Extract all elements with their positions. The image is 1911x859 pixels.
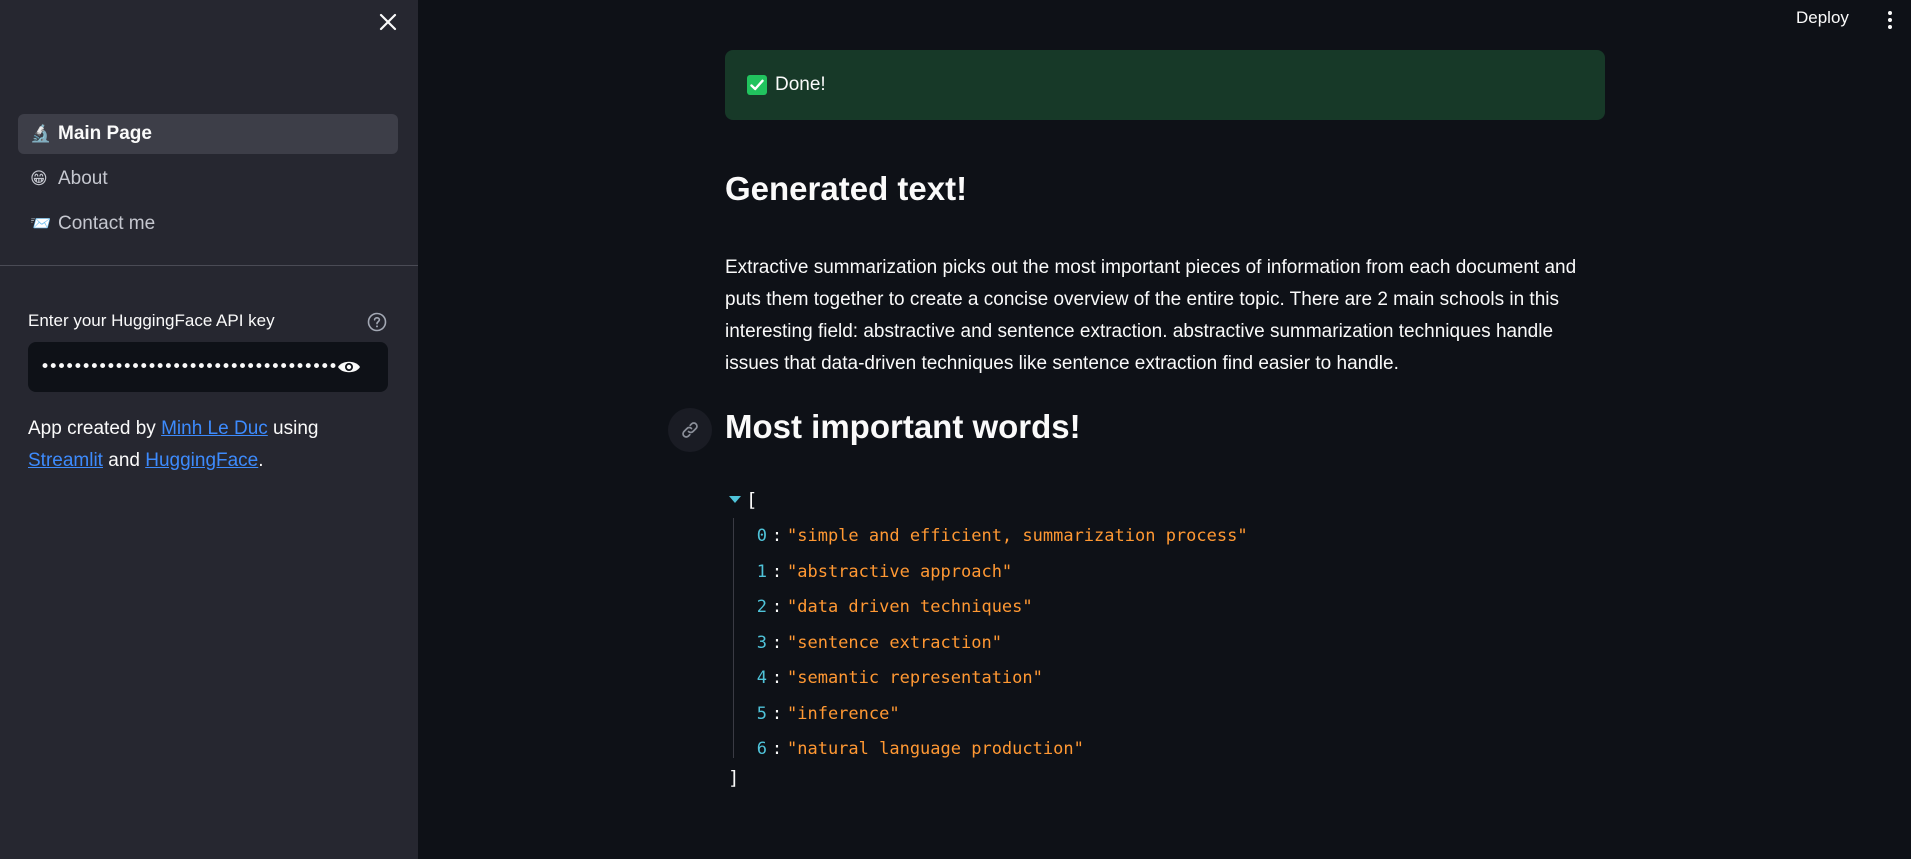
help-tooltip-button[interactable] (367, 312, 387, 332)
json-colon: : (771, 668, 783, 688)
credits-prefix: App created by (28, 418, 156, 439)
credits-mid: using (273, 418, 319, 439)
success-alert: Done! (725, 50, 1605, 120)
sidebar-item-main-page[interactable]: 🔬 Main Page (18, 114, 398, 154)
json-index: 4 (756, 668, 767, 688)
heading-anchor-button[interactable] (668, 408, 712, 452)
huggingface-link[interactable]: HuggingFace (145, 450, 258, 471)
eye-icon (338, 361, 360, 373)
close-sidebar-button[interactable] (376, 10, 400, 34)
sidebar-item-label: Main Page (58, 123, 152, 144)
main-menu-button[interactable] (1882, 9, 1898, 31)
json-close-bracket: ] (728, 767, 740, 789)
json-value: "simple and efficient, summarization pro… (787, 526, 1248, 546)
generated-text-paragraph: Extractive summarization picks out the m… (725, 257, 1577, 374)
json-value: "semantic representation" (787, 668, 1043, 688)
json-index: 2 (756, 597, 767, 617)
api-key-field (28, 342, 388, 392)
checkmark-icon (747, 75, 767, 95)
sidebar: 🔬 Main Page 😁 About 📨 Contact me Enter y… (0, 0, 418, 859)
json-colon: : (771, 703, 783, 724)
success-text: Done! (775, 74, 826, 95)
json-colon: : (771, 526, 783, 546)
important-words-heading: Most important words! (725, 408, 1081, 445)
json-list: 0: "simple and efficient, summarization p… (725, 526, 1585, 775)
app-credits: App created by Minh Le Duc using Streaml… (28, 413, 398, 477)
api-key-input[interactable] (38, 342, 338, 392)
kebab-dot (1888, 18, 1892, 22)
credits-and: and (108, 450, 140, 471)
json-row: 5: "inference" (725, 704, 1585, 740)
collapse-caret-icon[interactable] (729, 496, 741, 503)
json-index: 6 (756, 739, 767, 759)
json-colon: : (771, 597, 783, 617)
api-key-label: Enter your HuggingFace API key (28, 311, 275, 330)
question-circle-icon (367, 312, 387, 332)
kebab-dot (1888, 25, 1892, 29)
streamlit-link[interactable]: Streamlit (28, 450, 103, 471)
json-index: 0 (756, 526, 767, 546)
sidebar-item-about[interactable]: 😁 About (18, 159, 398, 199)
close-icon (379, 13, 397, 31)
show-password-button[interactable] (336, 356, 362, 378)
json-row: 3: "sentence extraction" (725, 633, 1585, 669)
microscope-icon: 🔬 (30, 124, 52, 143)
json-row: 6: "natural language production" (725, 739, 1585, 775)
json-row: 1: "abstractive approach" (725, 562, 1585, 598)
sidebar-item-label: About (58, 168, 108, 189)
generated-text-heading: Generated text! (725, 170, 968, 207)
json-open-bracket: [ (746, 489, 758, 511)
json-value: "natural language production" (787, 739, 1084, 759)
json-row: 0: "simple and efficient, summarization p… (725, 526, 1585, 562)
json-index: 1 (756, 561, 767, 582)
json-index: 3 (756, 632, 767, 653)
kebab-dot (1888, 11, 1892, 15)
sidebar-item-label: Contact me (58, 213, 156, 234)
json-row: 2: "data driven techniques" (725, 597, 1585, 633)
deploy-button[interactable]: Deploy (1796, 8, 1849, 28)
credits-end: . (258, 450, 264, 471)
json-value: "sentence extraction" (787, 632, 1002, 653)
json-colon: : (771, 632, 783, 653)
json-index: 5 (756, 703, 767, 724)
json-colon: : (771, 739, 783, 759)
author-link[interactable]: Minh Le Duc (161, 418, 268, 439)
sidebar-nav: 🔬 Main Page 😁 About 📨 Contact me (18, 114, 398, 249)
json-value: "inference" (787, 703, 900, 724)
json-colon: : (771, 561, 783, 582)
sidebar-divider (0, 265, 418, 266)
link-icon (682, 422, 698, 438)
json-value: "abstractive approach" (787, 561, 1013, 582)
grin-emoji-icon: 😁 (30, 169, 48, 188)
sidebar-item-contact[interactable]: 📨 Contact me (18, 204, 398, 244)
json-value: "data driven techniques" (787, 597, 1033, 617)
json-row: 4: "semantic representation" (725, 668, 1585, 704)
envelope-icon: 📨 (30, 214, 52, 233)
